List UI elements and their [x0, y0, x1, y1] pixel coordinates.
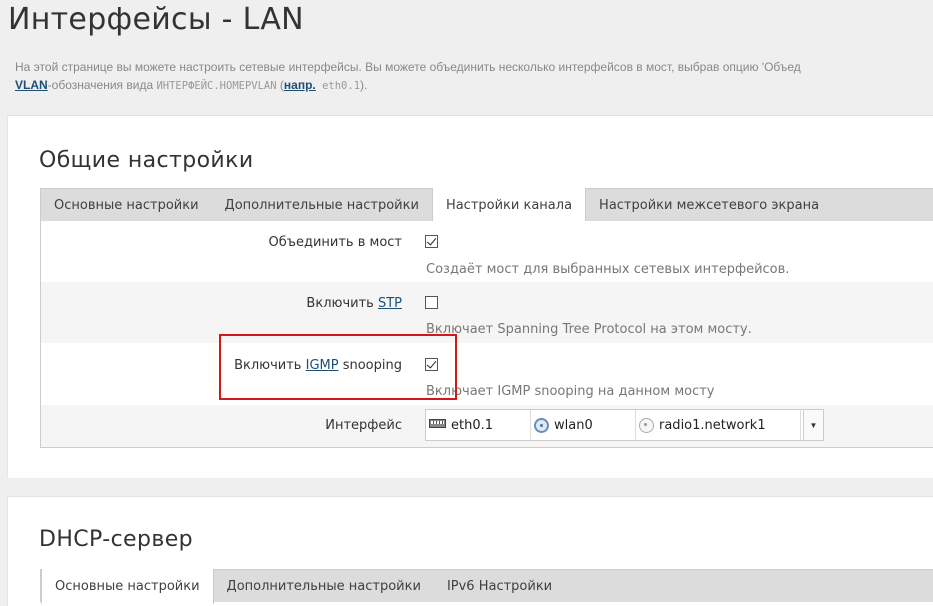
interface-option-label: wlan0	[554, 417, 593, 433]
example-link[interactable]: напр.	[284, 78, 316, 92]
interface-option-eth[interactable]: eth0.1	[426, 410, 531, 440]
general-settings-panel: Общие настройки Основные настройки Допол…	[7, 115, 933, 478]
stp-row: Включить STP Включает Spanning Tree Prot…	[41, 282, 933, 343]
interface-row: Интерфейс eth0.1 wlan0 radio1.network1 ▼	[41, 405, 933, 447]
stp-link[interactable]: STP	[378, 296, 402, 311]
interface-option-wlan[interactable]: wlan0	[531, 410, 636, 440]
dhcp-server-panel: DHCP-сервер Основные настройки Дополните…	[7, 496, 933, 606]
stp-checkbox[interactable]	[425, 296, 438, 309]
tab-advanced-settings[interactable]: Дополнительные настройки	[212, 189, 432, 221]
interface-option-label: eth0.1	[451, 417, 494, 433]
vlan-link[interactable]: VLAN	[15, 78, 48, 92]
igmp-label-text: Включить	[234, 358, 306, 373]
stp-help: Включает Spanning Tree Protocol на этом …	[426, 322, 752, 337]
igmp-link[interactable]: IGMP	[306, 358, 339, 373]
tab-dhcp-basic[interactable]: Основные настройки	[41, 569, 214, 604]
general-settings-tabs: Основные настройки Дополнительные настро…	[40, 188, 933, 223]
tab-dhcp-ipv6[interactable]: IPv6 Настройки	[434, 570, 565, 602]
bridge-help: Создаёт мост для выбранных сетевых интер…	[426, 262, 790, 277]
tab-dhcp-advanced[interactable]: Дополнительные настройки	[214, 570, 434, 602]
interface-option-radio[interactable]: radio1.network1	[636, 410, 801, 440]
example-code: eth0.1	[315, 80, 361, 92]
physical-settings-body: Объединить в мост Создаёт мост для выбра…	[40, 221, 933, 448]
vlan-format-code: ИНТЕРФЕЙС.НОМЕРVLAN	[156, 80, 277, 92]
igmp-label-suffix: snooping	[338, 358, 402, 373]
interface-label: Интерфейс	[325, 418, 402, 433]
igmp-help: Включает IGMP snooping на данном мосту	[426, 384, 715, 399]
tab-basic-settings[interactable]: Основные настройки	[41, 189, 212, 221]
stp-label: Включить STP	[306, 296, 402, 311]
page-title: Интерфейсы - LAN	[8, 2, 304, 37]
stp-label-text: Включить	[306, 296, 378, 311]
bridge-checkbox[interactable]	[425, 235, 438, 248]
wireless-icon	[534, 417, 549, 433]
igmp-label: Включить IGMP snooping	[234, 358, 402, 373]
tab-firewall-settings[interactable]: Настройки межсетевого экрана	[586, 189, 832, 221]
bridge-row: Объединить в мост Создаёт мост для выбра…	[41, 221, 933, 282]
igmp-checkbox[interactable]	[425, 358, 438, 371]
description-paren: (	[276, 78, 284, 92]
description-paren-close: ).	[360, 78, 368, 92]
dhcp-server-title: DHCP-сервер	[39, 527, 194, 552]
general-settings-title: Общие настройки	[39, 148, 254, 173]
wireless-disabled-icon	[639, 417, 654, 433]
description-text-middle: -обозначения вида	[47, 78, 157, 92]
dhcp-tabs: Основные настройки Дополнительные настро…	[40, 569, 933, 604]
tab-physical-settings[interactable]: Настройки канала	[431, 188, 587, 223]
chevron-down-icon[interactable]: ▼	[803, 410, 823, 440]
ethernet-port-icon	[429, 418, 446, 428]
interface-option-label: radio1.network1	[659, 417, 766, 433]
description-text: На этой странице вы можете настроить сет…	[15, 60, 801, 74]
page-description: На этой странице вы можете настроить сет…	[15, 58, 933, 95]
bridge-label: Объединить в мост	[268, 235, 402, 250]
interface-dropdown[interactable]: eth0.1 wlan0 radio1.network1 ▼	[425, 409, 824, 441]
igmp-row: Включить IGMP snooping Включает IGMP sno…	[41, 343, 933, 405]
